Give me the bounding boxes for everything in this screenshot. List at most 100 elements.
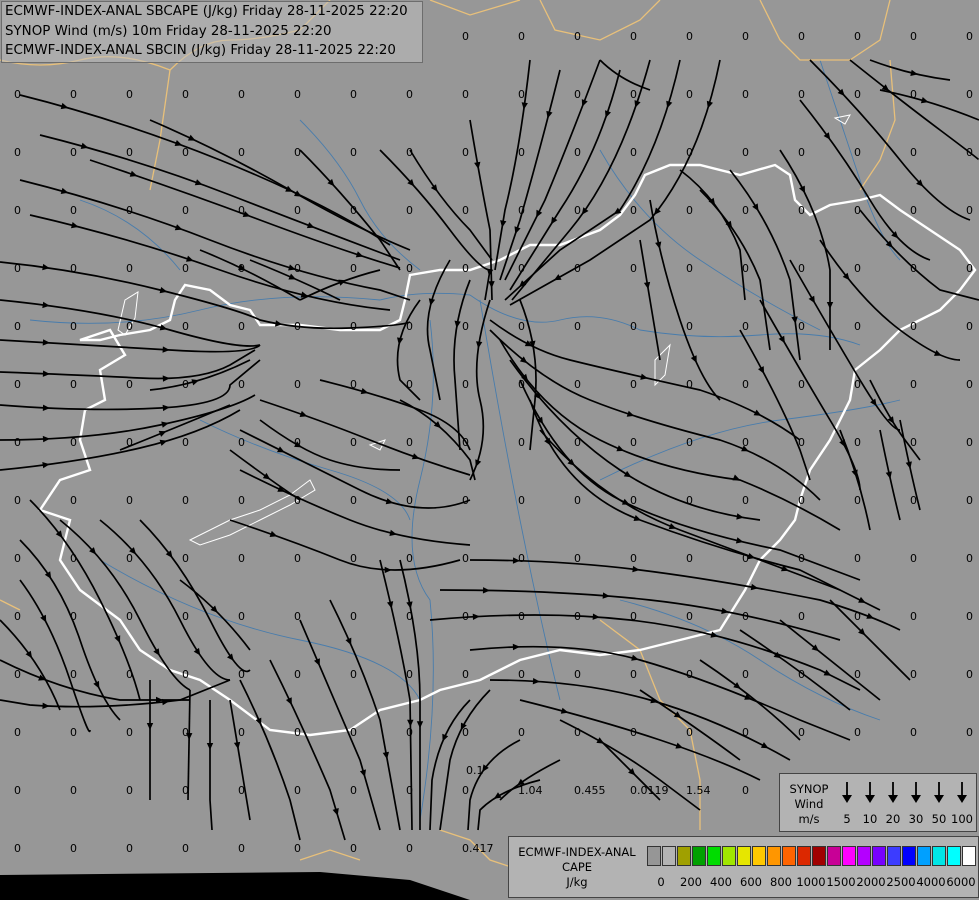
cape-color-swatch: [857, 846, 871, 866]
cape-color-swatch: [827, 846, 841, 866]
grid-value-nonzero: 0.1: [466, 764, 484, 777]
cape-color-swatch: [917, 846, 931, 866]
grid-value: 0: [854, 88, 861, 101]
grid-value: 0: [574, 610, 581, 623]
grid-value: 0: [854, 610, 861, 623]
grid-value: 0: [574, 320, 581, 333]
cape-color-legend: ECMWF-INDEX-ANAL CAPE J/kg 0 200 400 600 800…: [508, 836, 979, 898]
grid-value: 0: [854, 436, 861, 449]
grid-value: 0: [630, 88, 637, 101]
grid-value: 0: [966, 30, 973, 43]
synop-wind-speed-label: 5: [843, 812, 851, 826]
grid-value: 0: [462, 30, 469, 43]
grid-value: 0: [910, 88, 917, 101]
grid-value: 0: [70, 784, 77, 797]
grid-value: 0: [966, 146, 973, 159]
synop-wind-arrow-icon: [882, 780, 904, 810]
grid-value: 0: [294, 320, 301, 333]
grid-value: 0: [294, 842, 301, 855]
grid-value: 0: [798, 552, 805, 565]
grid-value: 0: [406, 262, 413, 275]
grid-value: 0: [518, 146, 525, 159]
synop-wind-arrow-icon: [951, 780, 973, 810]
grid-value: 0: [294, 610, 301, 623]
grid-value: 0: [966, 726, 973, 739]
grid-value: 0: [910, 320, 917, 333]
grid-value: 0: [182, 146, 189, 159]
grid-value: 0: [910, 378, 917, 391]
grid-value: 0: [798, 320, 805, 333]
grid-value: 0: [910, 494, 917, 507]
grid-value-nonzero: 1.54: [686, 784, 711, 797]
grid-value: 0: [630, 262, 637, 275]
grid-value: 0: [182, 88, 189, 101]
grid-value: 0: [406, 726, 413, 739]
grid-value: 0: [854, 668, 861, 681]
grid-value: 0: [742, 610, 749, 623]
grid-value: 0: [462, 610, 469, 623]
grid-value: 0: [966, 320, 973, 333]
grid-value: 0: [126, 204, 133, 217]
grid-value: 0: [574, 30, 581, 43]
grid-value: 0: [854, 378, 861, 391]
grid-value: 0: [910, 610, 917, 623]
synop-legend-line1: SYNOP: [789, 782, 829, 796]
grid-value: 0: [574, 494, 581, 507]
grid-value: 0: [630, 204, 637, 217]
cape-color-swatch: [887, 846, 901, 866]
cape-tick-label: 6000: [946, 875, 976, 889]
grid-value: 0: [518, 262, 525, 275]
grid-value: 0: [126, 726, 133, 739]
grid-value: 0: [14, 726, 21, 739]
grid-value: 0: [182, 436, 189, 449]
grid-value: 0: [630, 552, 637, 565]
grid-value: 0: [518, 552, 525, 565]
grid-value: 0: [238, 552, 245, 565]
grid-value: 0: [798, 146, 805, 159]
grid-value: 0: [294, 204, 301, 217]
grid-value: 0: [238, 378, 245, 391]
grid-value: 0: [462, 436, 469, 449]
grid-value: 0: [70, 842, 77, 855]
grid-value: 0: [294, 88, 301, 101]
grid-value: 0: [966, 204, 973, 217]
cape-color-swatch: [647, 846, 661, 866]
grid-value: 0: [742, 494, 749, 507]
grid-value: 0: [14, 378, 21, 391]
grid-value: 0: [742, 320, 749, 333]
grid-value: 0: [350, 610, 357, 623]
grid-value: 0: [126, 320, 133, 333]
grid-value: 0: [182, 204, 189, 217]
grid-value: 0: [70, 88, 77, 101]
grid-value: 0: [350, 784, 357, 797]
cape-color-swatch: [782, 846, 796, 866]
grid-value: 0: [798, 30, 805, 43]
grid-value: 0: [182, 668, 189, 681]
grid-value: 0: [182, 726, 189, 739]
synop-legend-title: SYNOP Wind m/s: [783, 782, 835, 827]
header-wind-title: SYNOP Wind (m/s) 10m Friday 28-11-2025 2…: [5, 23, 332, 39]
grid-value: 0: [686, 726, 693, 739]
grid-value: 0: [630, 494, 637, 507]
grid-value: 0: [462, 668, 469, 681]
grid-value: 0: [70, 668, 77, 681]
grid-value: 0: [70, 146, 77, 159]
cape-color-swatch: [932, 846, 946, 866]
header-cape-title: ECMWF-INDEX-ANAL SBCAPE (J/kg) Friday 28…: [5, 4, 408, 19]
cape-color-swatch: [722, 846, 736, 866]
grid-value: 0: [70, 378, 77, 391]
grid-value: 0: [910, 726, 917, 739]
grid-value: 0: [182, 784, 189, 797]
cape-color-swatch: [962, 846, 976, 866]
grid-value: 0: [350, 146, 357, 159]
grid-value: 0: [406, 146, 413, 159]
grid-value: 0: [574, 378, 581, 391]
grid-value: 0: [518, 88, 525, 101]
grid-value: 0: [574, 436, 581, 449]
grid-value: 0: [854, 204, 861, 217]
grid-value: 0: [238, 784, 245, 797]
grid-value: 0: [630, 726, 637, 739]
grid-value: 0: [14, 88, 21, 101]
grid-value: 0: [854, 262, 861, 275]
grid-value: 0: [126, 436, 133, 449]
